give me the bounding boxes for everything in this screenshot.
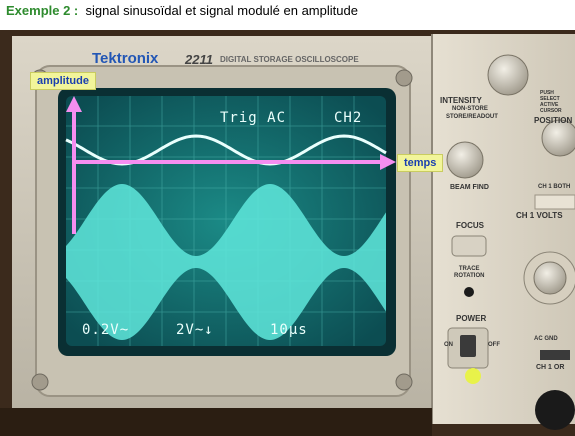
focus-knob xyxy=(451,235,487,257)
ac-gnd-switch xyxy=(540,350,570,360)
model-number: 2211 xyxy=(185,52,213,67)
position-knob xyxy=(541,119,575,157)
push-select-label: PUSH SELECT ACTIVE CURSOR xyxy=(540,90,562,114)
power-label: POWER xyxy=(456,314,487,323)
time-label: temps xyxy=(397,154,444,172)
trig-readout: Trig AC xyxy=(220,110,287,126)
power-led xyxy=(465,368,481,384)
amplitude-label: amplitude xyxy=(30,72,96,90)
trace-rotation-label: TRACE ROTATION xyxy=(454,266,485,279)
ac-gnd-label: AC GND xyxy=(534,336,558,342)
ch1-volts-label: CH 1 VOLTS xyxy=(516,211,563,220)
ch1-both-label: CH 1 BOTH xyxy=(538,184,571,190)
oscilloscope-photo: Tektronix 2211 DIGITAL STORAGE OSCILLOSC… xyxy=(0,30,575,436)
intensity-label: INTENSITY xyxy=(440,96,482,105)
brand-logo: Tektronix xyxy=(92,50,159,67)
cursor-knob xyxy=(487,54,529,96)
power-off-label: OFF xyxy=(488,342,500,348)
caption-text: signal sinusoïdal et signal modulé en am… xyxy=(85,3,358,18)
example-number: Exemple 2 : xyxy=(6,3,79,18)
timebase-readout: 10μs xyxy=(270,322,308,338)
power-switch xyxy=(460,335,476,357)
ch2-scale-readout: 2V~↓ xyxy=(176,322,214,338)
focus-label: FOCUS xyxy=(456,221,484,230)
store-readout-label: STORE/READOUT xyxy=(446,114,498,120)
ch1-or-label: CH 1 OR xyxy=(536,364,565,371)
oscilloscope-illustration xyxy=(0,30,575,436)
caption: Exemple 2 : signal sinusoïdal et signal … xyxy=(6,3,358,18)
position-label: POSITION xyxy=(534,116,573,125)
model-subtitle: DIGITAL STORAGE OSCILLOSCOPE xyxy=(220,55,359,64)
ch1-input-connector xyxy=(535,390,575,430)
ch1-scale-readout: 0.2V~ xyxy=(82,322,130,338)
intensity-knob xyxy=(446,141,484,179)
trace-rotation-screw xyxy=(464,287,474,297)
beam-find-label: BEAM FIND xyxy=(450,184,489,191)
channel-readout: CH2 xyxy=(334,110,363,126)
power-on-label: ON xyxy=(444,342,453,348)
ch1-both-switch xyxy=(534,194,575,210)
non-store-label: NON-STORE xyxy=(452,106,488,112)
